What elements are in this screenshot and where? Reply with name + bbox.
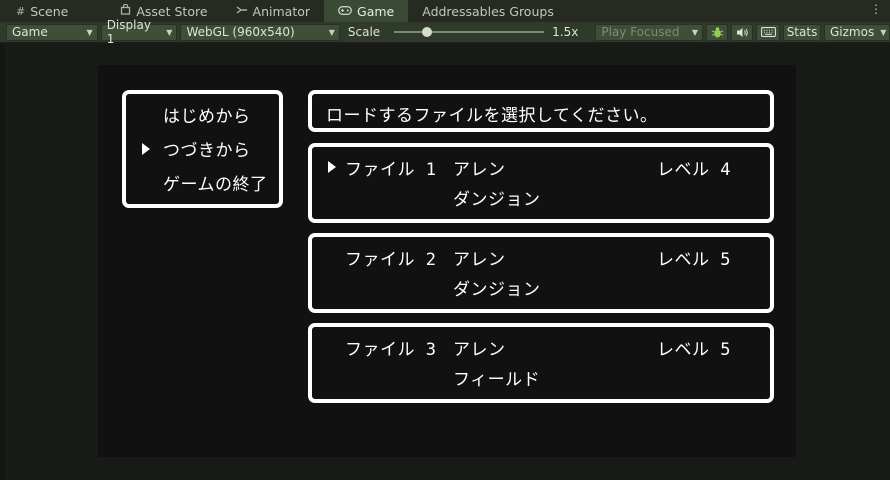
slot-character-name: アレン xyxy=(453,340,506,360)
resolution-dropdown[interactable]: WebGL (960x540) ▼ xyxy=(180,23,340,41)
chevron-down-icon: ▼ xyxy=(166,27,173,37)
animator-icon xyxy=(236,5,248,18)
gizmos-label: Gizmos xyxy=(830,25,875,39)
game-screen[interactable]: はじめから つづきから ゲームの終了 ロードするファイルを選択してください。 フ… xyxy=(98,65,796,457)
shortcuts-button[interactable] xyxy=(756,23,780,41)
slot-location: フィールド xyxy=(453,370,541,390)
load-prompt-window: ロードするファイルを選択してください。 xyxy=(308,90,774,132)
tab-animator[interactable]: Animator xyxy=(222,0,324,22)
view-mode-value: Game xyxy=(12,25,48,39)
scale-slider-thumb[interactable] xyxy=(422,27,433,37)
chevron-down-icon: ▼ xyxy=(691,27,698,37)
play-mode-value: Play Focused xyxy=(601,25,680,39)
game-viewport: はじめから つづきから ゲームの終了 ロードするファイルを選択してください。 フ… xyxy=(0,44,890,480)
menu-cursor-icon xyxy=(142,143,150,155)
tab-addressables-groups-label: Addressables Groups xyxy=(422,3,554,19)
gamepad-icon xyxy=(338,5,352,18)
display-value: Display 1 xyxy=(106,18,151,46)
menu-item-new-game[interactable]: はじめから xyxy=(163,102,251,127)
tab-animator-label: Animator xyxy=(252,3,311,19)
save-slot-2[interactable]: ファイル 2 アレン レベル 5 ダンジョン xyxy=(308,233,774,313)
slot-cursor-icon xyxy=(328,161,336,173)
slot-file-label: ファイル 3 xyxy=(345,340,437,360)
stats-button[interactable]: Stats xyxy=(783,23,821,41)
tab-game[interactable]: Game xyxy=(324,0,409,22)
scale-slider[interactable] xyxy=(394,25,545,39)
hash-grid-icon: # xyxy=(16,4,26,18)
tab-game-label: Game xyxy=(357,3,395,19)
slot-file-label: ファイル 1 xyxy=(345,160,437,180)
mute-audio-button[interactable] xyxy=(731,23,753,41)
menu-item-continue[interactable]: つづきから xyxy=(163,136,251,161)
keyboard-icon xyxy=(760,27,776,37)
save-slot-3[interactable]: ファイル 3 アレン レベル 5 フィールド xyxy=(308,323,774,403)
display-dropdown[interactable]: Display 1 ▼ xyxy=(100,18,178,46)
more-options-icon[interactable]: ⋮ xyxy=(870,2,882,16)
save-slot-1[interactable]: ファイル 1 アレン レベル 4 ダンジョン xyxy=(308,143,774,223)
slot-level: レベル 4 xyxy=(657,160,731,180)
slot-location: ダンジョン xyxy=(453,280,541,300)
resolution-value: WebGL (960x540) xyxy=(186,25,295,39)
title-menu-window: はじめから つづきから ゲームの終了 xyxy=(122,90,283,208)
scale-control: Scale 1.5x xyxy=(348,25,578,39)
slot-location: ダンジョン xyxy=(453,190,541,210)
game-view-toolbar: Game ▼ Display 1 ▼ WebGL (960x540) ▼ Sca… xyxy=(0,18,890,46)
tab-scene-label: Scene xyxy=(30,3,69,19)
scale-label: Scale xyxy=(347,25,381,39)
bug-icon xyxy=(711,26,724,39)
scale-value: 1.5x xyxy=(552,25,579,39)
view-mode-dropdown[interactable]: Game ▼ xyxy=(6,23,98,41)
tab-addressables-groups[interactable]: Addressables Groups xyxy=(408,0,568,22)
chevron-down-icon: ▼ xyxy=(328,27,335,37)
shopping-bag-icon xyxy=(120,3,131,18)
chevron-down-icon: ▼ xyxy=(880,27,887,37)
speaker-icon xyxy=(736,27,749,38)
debug-button[interactable] xyxy=(706,23,728,41)
tab-scene[interactable]: # Scene xyxy=(0,0,106,22)
slot-file-label: ファイル 2 xyxy=(345,250,437,270)
scale-slider-track xyxy=(394,31,545,33)
stats-label: Stats xyxy=(786,25,818,39)
slot-character-name: アレン xyxy=(453,160,506,180)
tab-asset-store-label: Asset Store xyxy=(136,3,208,19)
slot-level: レベル 5 xyxy=(657,340,731,360)
menu-item-quit[interactable]: ゲームの終了 xyxy=(163,170,268,195)
slot-level: レベル 5 xyxy=(657,250,731,270)
load-prompt-text: ロードするファイルを選択してください。 xyxy=(326,106,658,126)
slot-character-name: アレン xyxy=(453,250,506,270)
play-mode-dropdown[interactable]: Play Focused ▼ xyxy=(595,23,703,41)
gizmos-dropdown[interactable]: Gizmos ▼ xyxy=(824,23,890,41)
viewport-edge xyxy=(0,44,5,480)
chevron-down-icon: ▼ xyxy=(86,27,93,37)
